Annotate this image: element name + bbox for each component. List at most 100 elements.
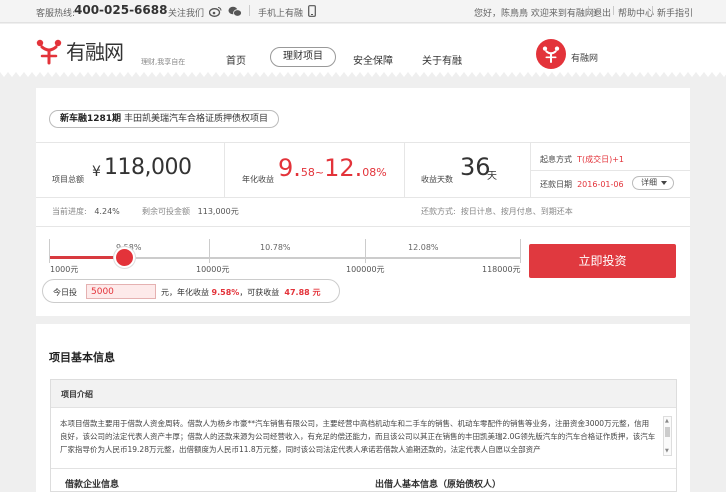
- top-bar: 客服热线: 400-025-6688 关注我们 手机上有融 您好，陈鳥鳥 欢迎来…: [0, 0, 726, 23]
- end-value: 2016-01-06: [577, 180, 624, 189]
- phone-icon[interactable]: [305, 4, 319, 18]
- logout-link[interactable]: 退出: [593, 6, 611, 19]
- scroll-down-icon[interactable]: ▼: [665, 448, 669, 454]
- lender-info-heading: 出借人基本信息（原始债权人）: [375, 480, 502, 490]
- rate-min: 9.: [278, 154, 301, 182]
- project-card: 新车融1281期 丰田凯美瑞汽车合格证质押债权项目 项目总额 ¥ 118,000…: [36, 88, 690, 316]
- income-prefix: ，可获收益: [239, 288, 280, 297]
- separator: |: [587, 6, 591, 16]
- greeting-text: 您好，陈鳥鳥 欢迎来到有融网!: [474, 9, 598, 19]
- axis-label: 1000元: [50, 265, 79, 274]
- progress-label: 当前进度:: [52, 207, 87, 216]
- divider: [224, 143, 225, 197]
- axis-label: 118000元: [482, 265, 521, 274]
- remaining-info: 剩余可投金额 113,000元: [142, 206, 239, 217]
- site-logo[interactable]: 有融网: [34, 36, 124, 65]
- nav-projects[interactable]: 理财项目: [270, 47, 336, 67]
- nav-security[interactable]: 安全保障: [353, 52, 393, 67]
- repay-label: 还款方式:: [421, 207, 456, 216]
- slider-tick: [520, 239, 521, 263]
- days-label: 收益天数: [421, 175, 453, 184]
- hotline-number: 400-025-6688: [74, 3, 168, 17]
- divider: [530, 170, 690, 171]
- total-amount: 118,000: [104, 155, 192, 180]
- rate-label: 年化收益: [242, 175, 274, 184]
- axis-label: 10000元: [196, 265, 230, 274]
- brand-avatar[interactable]: [536, 39, 566, 69]
- rate-min-decimal: 58: [300, 166, 315, 179]
- divider: [36, 142, 690, 143]
- main-header: 有融网 理财,我享自在 首页 理财项目 安全保障 关于有融 有融网: [0, 24, 726, 72]
- scroll-thumb[interactable]: [665, 427, 670, 437]
- intro-scrollbar[interactable]: ▲ ▼: [663, 416, 672, 456]
- scroll-up-icon[interactable]: ▲: [665, 418, 669, 424]
- calc-income: 47.88 元: [284, 288, 321, 297]
- zigzag-divider: [0, 72, 726, 78]
- remaining-value: 113,000元: [197, 207, 239, 216]
- hotline-label: 客服热线:: [36, 9, 76, 19]
- intro-panel: 项目介绍 本项目借款主要用于借款人资金周转。借款人为杨乡市豪**汽车销售有限公司…: [50, 379, 677, 492]
- slider-tick: [49, 239, 50, 263]
- slider-tick: [365, 239, 366, 263]
- brand-name: 有融网: [571, 54, 599, 64]
- intro-header: 项目介绍: [51, 380, 676, 408]
- beginner-guide-link[interactable]: 新手指引: [657, 6, 693, 19]
- divider: [249, 5, 250, 16]
- remaining-label: 剩余可投金额: [142, 207, 190, 216]
- project-code: 新车融1281期: [60, 114, 122, 124]
- annual-rate: 9.58~12.08%: [278, 154, 387, 182]
- logo-mark-icon: [542, 46, 560, 63]
- repay-value: 按日计息、按月付息、到期还本: [460, 207, 573, 216]
- help-center-link[interactable]: 帮助中心: [618, 6, 654, 19]
- rate-max: 12.: [324, 154, 363, 182]
- detail-label: 详细: [641, 178, 657, 187]
- nav-home[interactable]: 首页: [226, 52, 246, 67]
- start-value: T(成交日)+1: [577, 155, 625, 164]
- repay-method: 还款方式: 按日计息、按月付息、到期还本: [421, 206, 573, 217]
- nav-about[interactable]: 关于有融: [422, 52, 462, 67]
- days-unit: 天: [487, 171, 497, 182]
- divider: [36, 197, 690, 198]
- segment-rate: 10.78%: [260, 243, 291, 252]
- borrower-info-heading: 借款企业信息: [65, 480, 120, 490]
- mobile-app-link[interactable]: 手机上有融: [258, 6, 303, 19]
- separator: |: [612, 6, 616, 16]
- invest-now-button[interactable]: 立即投资: [529, 244, 676, 278]
- detail-dropdown[interactable]: 详细: [632, 176, 674, 190]
- chevron-down-icon: [661, 181, 667, 185]
- end-label: 还款日期: [540, 180, 572, 189]
- calc-rate: 9.58%: [211, 288, 240, 297]
- calc-result: 元，年化收益 9.58%，可获收益 47.88 元: [161, 287, 321, 298]
- divider: [404, 143, 405, 197]
- axis-label: 100000元: [346, 265, 385, 274]
- divider: [51, 468, 676, 469]
- slider-tick: [209, 239, 210, 263]
- calc-label: 今日投: [53, 288, 77, 297]
- divider: [530, 143, 531, 197]
- repay-date: 还款日期 2016-01-06: [540, 179, 624, 190]
- invest-amount-input[interactable]: [86, 284, 156, 299]
- follow-us-label: 关注我们: [168, 9, 205, 19]
- project-info-section: 项目基本信息 项目介绍 本项目借款主要用于借款人资金周转。借款人为杨乡市豪**汽…: [36, 324, 690, 492]
- divider: [36, 226, 690, 227]
- progress-info: 当前进度: 4.24%: [52, 206, 120, 217]
- wechat-icon[interactable]: [228, 4, 242, 18]
- invest-slider-handle[interactable]: [113, 247, 135, 268]
- section-title: 项目基本信息: [49, 351, 115, 364]
- days-value: 36: [460, 153, 491, 181]
- start-method: 起息方式 T(成交日)+1: [540, 154, 624, 165]
- currency-symbol: ¥: [92, 164, 101, 180]
- project-name: 丰田凯美瑞汽车合格证质押债权项目: [123, 114, 268, 124]
- rate-percent: %: [376, 166, 387, 179]
- intro-text: 本项目借款主要用于借款人资金周转。借款人为杨乡市豪**汽车销售有限公司，主要经营…: [60, 419, 656, 454]
- progress-value: 4.24%: [94, 207, 120, 216]
- weibo-icon[interactable]: [208, 4, 222, 18]
- rate-separator: ~: [314, 166, 325, 179]
- income-calculator: 今日投 元，年化收益 9.58%，可获收益 47.88 元: [42, 279, 340, 303]
- total-label: 项目总额: [52, 175, 84, 184]
- rate-prefix: 元，年化收益: [161, 288, 209, 297]
- logo-text: 有融网: [66, 40, 124, 64]
- slogan: 理财,我享自在: [141, 58, 186, 66]
- project-title: 新车融1281期 丰田凯美瑞汽车合格证质押债权项目: [49, 110, 279, 128]
- rate-max-decimal: 08: [362, 166, 377, 179]
